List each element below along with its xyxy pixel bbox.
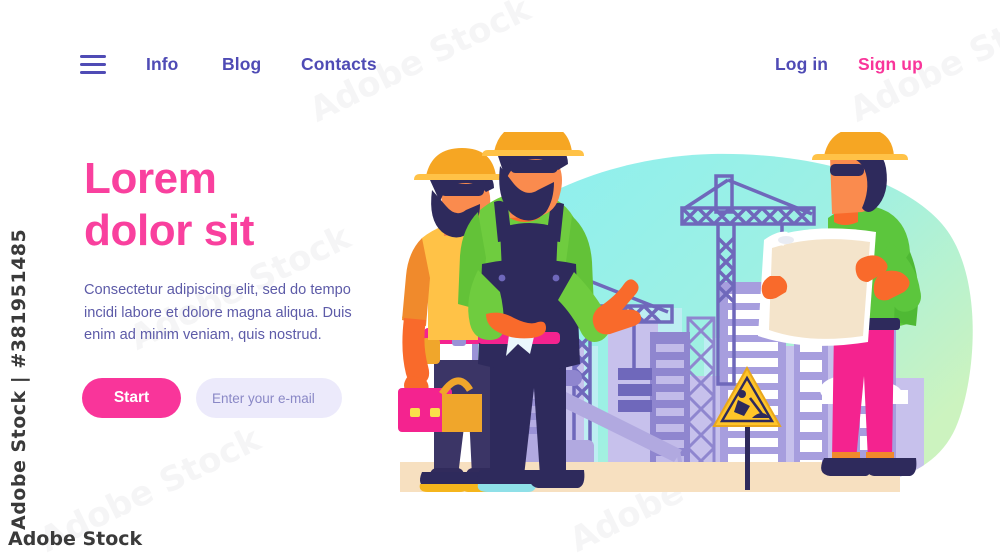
landing-page: Adobe Stock Adobe Stock Adobe Stock Adob… xyxy=(0,0,1000,556)
hero-subcopy: Consectetur adipiscing elit, sed do temp… xyxy=(84,282,352,343)
headline-line-2: dolor sit xyxy=(84,206,254,255)
start-button[interactable]: Start xyxy=(82,378,181,418)
nav-link-blog[interactable]: Blog xyxy=(222,54,261,75)
email-input[interactable] xyxy=(196,378,342,418)
hero-illustration xyxy=(382,132,1000,517)
page-title: Lorem dolor sit xyxy=(84,153,414,257)
nav-link-contacts[interactable]: Contacts xyxy=(301,54,377,75)
nav-link-info[interactable]: Info xyxy=(146,54,178,75)
nav-link-signup[interactable]: Sign up xyxy=(858,54,923,75)
top-navigation: Info Blog Contacts Log in Sign up xyxy=(0,0,1000,110)
crane-counterweight xyxy=(618,368,652,412)
toolbox xyxy=(398,377,482,432)
nav-link-login[interactable]: Log in xyxy=(775,54,828,75)
stock-watermark-bottom: Adobe Stock xyxy=(8,528,143,550)
hamburger-menu-icon[interactable] xyxy=(80,55,106,74)
stock-watermark-vertical: Adobe Stock | #381951485 xyxy=(8,228,30,530)
headline-line-1: Lorem xyxy=(84,154,217,203)
